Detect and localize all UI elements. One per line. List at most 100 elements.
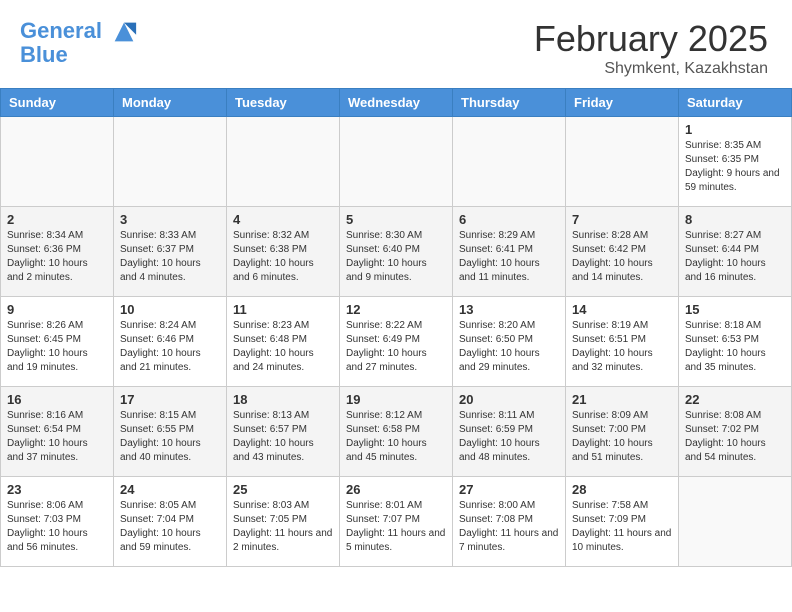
day-info: Sunrise: 8:00 AM Sunset: 7:08 PM Dayligh… <box>459 499 559 555</box>
calendar-cell: 5 Sunrise: 8:30 AM Sunset: 6:40 PM Daylig… <box>340 207 453 297</box>
day-number: 23 <box>7 482 107 497</box>
calendar-cell: 10 Sunrise: 8:24 AM Sunset: 6:46 PM Dayli… <box>114 297 227 387</box>
calendar-cell: 16 Sunrise: 8:16 AM Sunset: 6:54 PM Dayli… <box>1 387 114 477</box>
day-info: Sunrise: 8:16 AM Sunset: 6:54 PM Dayligh… <box>7 409 107 465</box>
calendar-cell <box>566 117 679 207</box>
calendar-cell <box>679 477 792 567</box>
calendar-week-row: 16 Sunrise: 8:16 AM Sunset: 6:54 PM Dayli… <box>1 387 792 477</box>
calendar-week-row: 2 Sunrise: 8:34 AM Sunset: 6:36 PM Daylig… <box>1 207 792 297</box>
day-info: Sunrise: 8:06 AM Sunset: 7:03 PM Dayligh… <box>7 499 107 555</box>
day-number: 21 <box>572 392 672 407</box>
day-number: 7 <box>572 212 672 227</box>
day-number: 16 <box>7 392 107 407</box>
day-info: Sunrise: 8:08 AM Sunset: 7:02 PM Dayligh… <box>685 409 785 465</box>
day-number: 22 <box>685 392 785 407</box>
calendar-cell: 15Sunrise: 8:18 AM Sunset: 6:53 PM Dayli… <box>679 297 792 387</box>
day-info: Sunrise: 8:29 AM Sunset: 6:41 PM Dayligh… <box>459 229 559 285</box>
calendar-cell: 3 Sunrise: 8:33 AM Sunset: 6:37 PM Daylig… <box>114 207 227 297</box>
weekday-header: Tuesday <box>227 89 340 117</box>
calendar-cell: 2 Sunrise: 8:34 AM Sunset: 6:36 PM Daylig… <box>1 207 114 297</box>
calendar-cell: 7 Sunrise: 8:28 AM Sunset: 6:42 PM Daylig… <box>566 207 679 297</box>
day-info: Sunrise: 8:05 AM Sunset: 7:04 PM Dayligh… <box>120 499 220 555</box>
day-number: 11 <box>233 302 333 317</box>
calendar-cell: 24Sunrise: 8:05 AM Sunset: 7:04 PM Dayli… <box>114 477 227 567</box>
day-number: 15 <box>685 302 785 317</box>
calendar-cell <box>227 117 340 207</box>
day-info: Sunrise: 8:24 AM Sunset: 6:46 PM Dayligh… <box>120 319 220 375</box>
weekday-header: Monday <box>114 89 227 117</box>
calendar-cell: 26 Sunrise: 8:01 AM Sunset: 7:07 PM Dayli… <box>340 477 453 567</box>
day-number: 3 <box>120 212 220 227</box>
calendar-cell: 11 Sunrise: 8:23 AM Sunset: 6:48 PM Dayli… <box>227 297 340 387</box>
day-info: Sunrise: 8:03 AM Sunset: 7:05 PM Dayligh… <box>233 499 333 555</box>
day-number: 9 <box>7 302 107 317</box>
calendar-week-row: 9 Sunrise: 8:26 AM Sunset: 6:45 PM Daylig… <box>1 297 792 387</box>
calendar-cell: 28 Sunrise: 7:58 AM Sunset: 7:09 PM Dayli… <box>566 477 679 567</box>
day-number: 8 <box>685 212 785 227</box>
day-number: 13 <box>459 302 559 317</box>
day-number: 26 <box>346 482 446 497</box>
calendar-cell: 4 Sunrise: 8:32 AM Sunset: 6:38 PM Daylig… <box>227 207 340 297</box>
day-number: 1 <box>685 122 785 137</box>
day-info: Sunrise: 8:20 AM Sunset: 6:50 PM Dayligh… <box>459 319 559 375</box>
page-header: General Blue February 2025 Shymkent, Kaz… <box>0 0 792 88</box>
day-info: Sunrise: 8:23 AM Sunset: 6:48 PM Dayligh… <box>233 319 333 375</box>
day-info: Sunrise: 8:09 AM Sunset: 7:00 PM Dayligh… <box>572 409 672 465</box>
day-number: 19 <box>346 392 446 407</box>
location-subtitle: Shymkent, Kazakhstan <box>534 60 768 78</box>
calendar-cell: 27 Sunrise: 8:00 AM Sunset: 7:08 PM Dayli… <box>453 477 566 567</box>
day-number: 6 <box>459 212 559 227</box>
day-info: Sunrise: 8:27 AM Sunset: 6:44 PM Dayligh… <box>685 229 785 285</box>
calendar-cell: 25 Sunrise: 8:03 AM Sunset: 7:05 PM Dayli… <box>227 477 340 567</box>
calendar-cell: 18Sunrise: 8:13 AM Sunset: 6:57 PM Dayli… <box>227 387 340 477</box>
calendar-cell: 17Sunrise: 8:15 AM Sunset: 6:55 PM Dayli… <box>114 387 227 477</box>
day-info: Sunrise: 8:30 AM Sunset: 6:40 PM Dayligh… <box>346 229 446 285</box>
weekday-header: Saturday <box>679 89 792 117</box>
day-info: Sunrise: 7:58 AM Sunset: 7:09 PM Dayligh… <box>572 499 672 555</box>
calendar-cell: 22 Sunrise: 8:08 AM Sunset: 7:02 PM Dayli… <box>679 387 792 477</box>
day-number: 25 <box>233 482 333 497</box>
calendar-cell: 12 Sunrise: 8:22 AM Sunset: 6:49 PM Dayli… <box>340 297 453 387</box>
day-info: Sunrise: 8:34 AM Sunset: 6:36 PM Dayligh… <box>7 229 107 285</box>
day-number: 28 <box>572 482 672 497</box>
day-info: Sunrise: 8:22 AM Sunset: 6:49 PM Dayligh… <box>346 319 446 375</box>
day-number: 14 <box>572 302 672 317</box>
day-info: Sunrise: 8:01 AM Sunset: 7:07 PM Dayligh… <box>346 499 446 555</box>
day-info: Sunrise: 8:35 AM Sunset: 6:35 PM Dayligh… <box>685 139 785 195</box>
weekday-header: Thursday <box>453 89 566 117</box>
day-number: 20 <box>459 392 559 407</box>
calendar-cell: 20 Sunrise: 8:11 AM Sunset: 6:59 PM Dayli… <box>453 387 566 477</box>
day-info: Sunrise: 8:19 AM Sunset: 6:51 PM Dayligh… <box>572 319 672 375</box>
calendar-cell: 23 Sunrise: 8:06 AM Sunset: 7:03 PM Dayli… <box>1 477 114 567</box>
weekday-header-row: SundayMondayTuesdayWednesdayThursdayFrid… <box>1 89 792 117</box>
calendar-cell: 13 Sunrise: 8:20 AM Sunset: 6:50 PM Dayli… <box>453 297 566 387</box>
day-number: 10 <box>120 302 220 317</box>
calendar-cell: 21 Sunrise: 8:09 AM Sunset: 7:00 PM Dayli… <box>566 387 679 477</box>
weekday-header: Sunday <box>1 89 114 117</box>
day-info: Sunrise: 8:12 AM Sunset: 6:58 PM Dayligh… <box>346 409 446 465</box>
day-number: 4 <box>233 212 333 227</box>
calendar-cell: 8 Sunrise: 8:27 AM Sunset: 6:44 PM Daylig… <box>679 207 792 297</box>
weekday-header: Friday <box>566 89 679 117</box>
calendar-cell: 1 Sunrise: 8:35 AM Sunset: 6:35 PM Daylig… <box>679 117 792 207</box>
title-block: February 2025 Shymkent, Kazakhstan <box>534 18 768 78</box>
day-number: 2 <box>7 212 107 227</box>
day-number: 5 <box>346 212 446 227</box>
day-number: 12 <box>346 302 446 317</box>
calendar-week-row: 1 Sunrise: 8:35 AM Sunset: 6:35 PM Daylig… <box>1 117 792 207</box>
calendar-cell <box>453 117 566 207</box>
month-title: February 2025 <box>534 18 768 60</box>
day-info: Sunrise: 8:32 AM Sunset: 6:38 PM Dayligh… <box>233 229 333 285</box>
day-info: Sunrise: 8:11 AM Sunset: 6:59 PM Dayligh… <box>459 409 559 465</box>
calendar-cell: 9 Sunrise: 8:26 AM Sunset: 6:45 PM Daylig… <box>1 297 114 387</box>
calendar-cell: 19 Sunrise: 8:12 AM Sunset: 6:58 PM Dayli… <box>340 387 453 477</box>
day-number: 17 <box>120 392 220 407</box>
day-number: 18 <box>233 392 333 407</box>
day-info: Sunrise: 8:33 AM Sunset: 6:37 PM Dayligh… <box>120 229 220 285</box>
day-info: Sunrise: 8:28 AM Sunset: 6:42 PM Dayligh… <box>572 229 672 285</box>
day-info: Sunrise: 8:26 AM Sunset: 6:45 PM Dayligh… <box>7 319 107 375</box>
calendar-cell <box>114 117 227 207</box>
weekday-header: Wednesday <box>340 89 453 117</box>
day-number: 27 <box>459 482 559 497</box>
calendar-week-row: 23 Sunrise: 8:06 AM Sunset: 7:03 PM Dayli… <box>1 477 792 567</box>
